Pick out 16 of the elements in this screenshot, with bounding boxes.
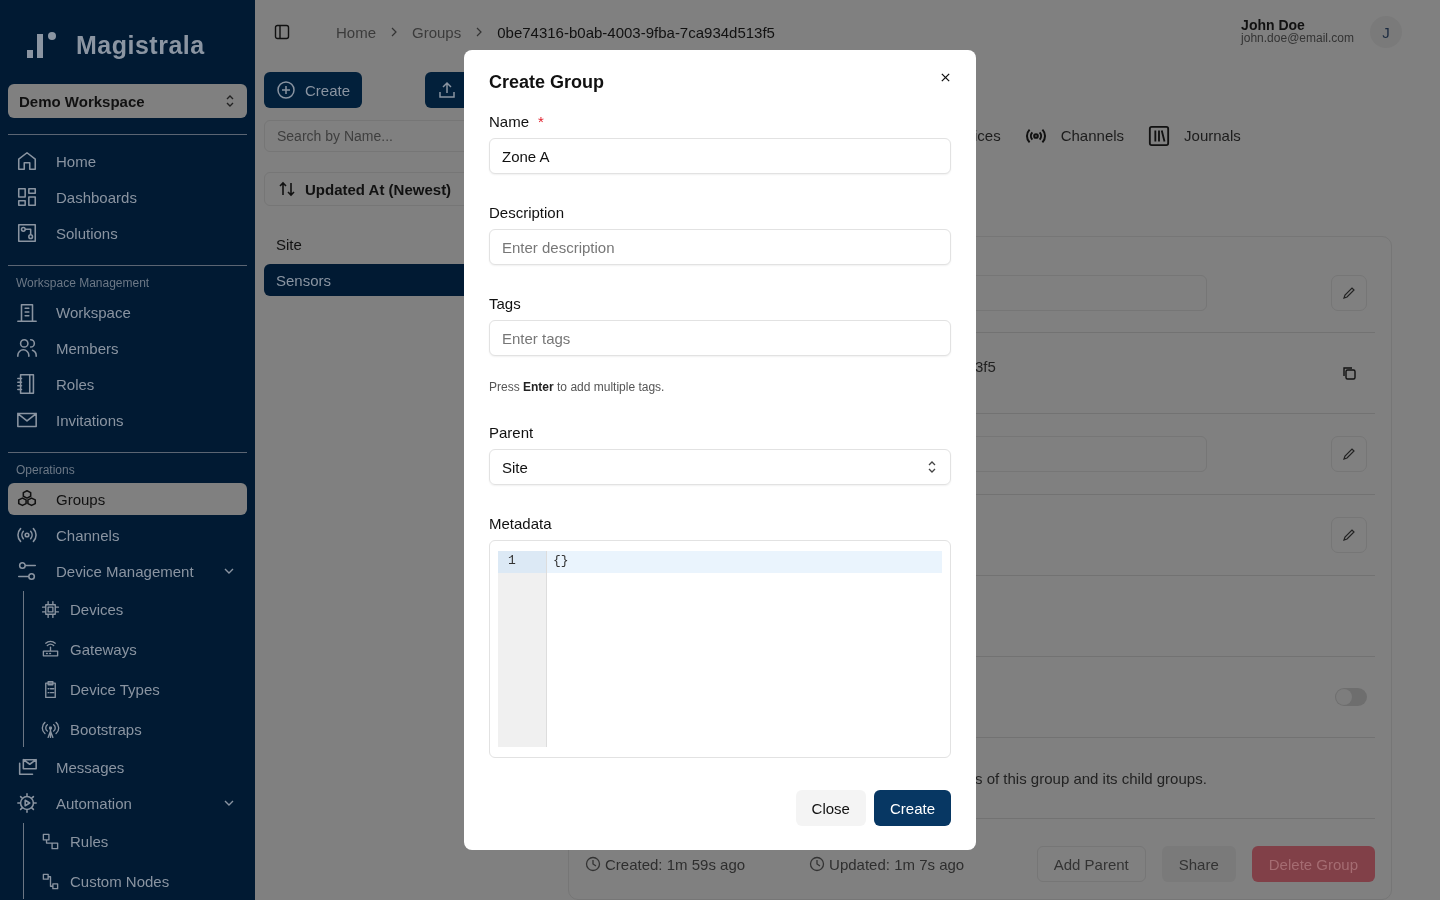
created-time: Created: 1m 59s ago xyxy=(585,855,746,873)
brand-name: Magistrala xyxy=(76,30,205,60)
section-heading: Operations xyxy=(15,462,76,479)
field-label: Description xyxy=(489,204,566,221)
field-label: Parent xyxy=(489,424,535,441)
line-number: 1 xyxy=(498,551,546,573)
section-heading: Workspace Management xyxy=(15,275,151,292)
field-label: Tags xyxy=(489,295,522,312)
hint-text: Press Enter to add multiple tags. xyxy=(489,380,666,394)
description-text: s of this group and its child groups. xyxy=(974,769,1207,787)
user-name: John Doe xyxy=(1241,19,1306,32)
id-text: 3f5 xyxy=(974,358,996,375)
dialog-title: Create Group xyxy=(489,72,605,93)
user-email: john.doe@email.com xyxy=(1241,32,1354,45)
updated-time: Updated: 1m 7s ago xyxy=(809,855,965,873)
field-label: Metadata xyxy=(489,515,553,532)
